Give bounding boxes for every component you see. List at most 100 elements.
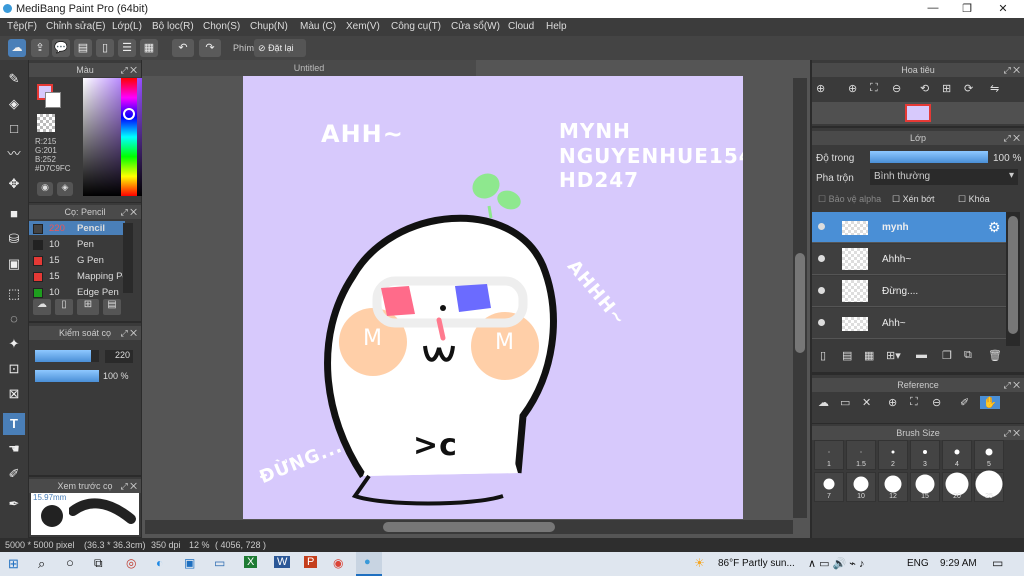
eyedropper-tool-icon[interactable]: ✐ (3, 463, 25, 485)
navigator-preview[interactable] (812, 102, 1024, 124)
windows-start-icon[interactable]: ⊞ (8, 556, 19, 572)
zoom-in-icon[interactable]: ⊕ (888, 396, 897, 409)
select-pen-icon[interactable]: ⊡ (3, 358, 25, 380)
panel-close-icon[interactable]: ⤢ ✕ (1003, 131, 1020, 145)
brush-size-preset[interactable]: 2 (878, 440, 908, 470)
flip-icon[interactable]: ⇋ (990, 82, 999, 95)
brush-tool-icon[interactable]: ✎ (3, 68, 25, 90)
gear-icon[interactable]: ⚙ (988, 219, 1001, 236)
menu-edit[interactable]: Chỉnh sửa(E) (46, 21, 106, 32)
cloud-brush-icon[interactable]: ☁ (33, 299, 51, 315)
eyedropper-icon[interactable]: ✐ (960, 396, 969, 409)
navigator-viewport[interactable] (905, 104, 931, 122)
brush-size-preset[interactable]: 20 (942, 472, 972, 502)
transparent-swatch[interactable] (37, 114, 55, 132)
word-icon[interactable]: W (274, 556, 291, 568)
brush-size-preset[interactable]: 1 (814, 440, 844, 470)
new-layer-icon[interactable]: ▯ (820, 349, 826, 362)
visibility-icon[interactable] (818, 319, 825, 326)
edge-icon[interactable]: ◐ (156, 556, 163, 570)
hue-handle[interactable] (123, 108, 135, 120)
brush-settings-icon[interactable]: ▤ (103, 299, 121, 315)
weather-text[interactable]: 86°F Partly sun... (718, 558, 795, 569)
menu-filter[interactable]: Bộ lọc(R) (152, 21, 194, 32)
panel-close-icon[interactable]: ⤢ ✕ (120, 479, 137, 493)
store-icon[interactable]: ▣ (184, 556, 195, 570)
close-icon[interactable]: ✕ (862, 396, 871, 409)
menu-window[interactable]: Cửa sổ(W) (451, 21, 500, 32)
pen-tool-icon[interactable]: ✒ (3, 493, 25, 515)
cortana-icon[interactable]: ○ (66, 555, 74, 570)
search-icon[interactable]: ⌕ (38, 556, 45, 572)
horizontal-scrollbar[interactable] (145, 520, 793, 534)
document-icon[interactable]: ▯ (96, 39, 114, 57)
select-eraser-icon[interactable]: ⊠ (3, 383, 25, 405)
zoom-out-icon[interactable]: ⊖ (892, 82, 901, 95)
brush-size-preset[interactable]: 5 (974, 440, 1004, 470)
app-icon-1[interactable]: ◎ (126, 556, 136, 570)
menu-file[interactable]: Tệp(F) (7, 21, 37, 32)
brush-size-slider[interactable] (35, 350, 99, 362)
select-tool-icon[interactable]: ⬚ (3, 283, 25, 305)
visibility-icon[interactable] (818, 255, 825, 262)
brush-size-preset[interactable]: 7 (814, 472, 844, 502)
gradient-tool-icon[interactable]: ▣ (3, 253, 25, 275)
excel-icon[interactable]: X (244, 556, 258, 568)
delete-layer-icon[interactable]: 🗑 (988, 349, 1002, 362)
grid-icon[interactable]: ▦ (140, 39, 158, 57)
menu-capture[interactable]: Chụp(N) (250, 21, 288, 32)
hand-icon[interactable]: ✋ (980, 396, 1000, 409)
layer-row[interactable]: Ahh~ (812, 308, 1006, 339)
menu-tools[interactable]: Công cụ(T) (391, 21, 441, 32)
horizontal-scroll-thumb[interactable] (383, 522, 555, 532)
list-icon[interactable]: ☰ (118, 39, 136, 57)
visibility-icon[interactable] (818, 223, 825, 230)
text-tool-icon[interactable]: T (3, 413, 25, 435)
merge-layer-icon[interactable]: ⧉ (964, 349, 972, 362)
palette-icon[interactable]: ◉ (37, 182, 53, 196)
duplicate-layer-icon[interactable]: ❐ (942, 349, 952, 362)
monitor-icon[interactable]: ▭ (214, 556, 225, 570)
zoom-in-icon[interactable]: ⊕ (848, 82, 857, 95)
clock[interactable]: 9:29 AM (940, 558, 977, 569)
panel-close-icon[interactable]: ⤢ ✕ (120, 205, 137, 219)
zoom-fit-icon[interactable]: ⊕ (816, 82, 825, 95)
powerpoint-icon[interactable]: P (304, 556, 318, 568)
menu-cloud[interactable]: Cloud (508, 21, 534, 32)
fill-rect-tool-icon[interactable]: ■ (3, 203, 25, 225)
new-layer-1bit-icon[interactable]: ▦ (864, 349, 874, 362)
actual-size-icon[interactable]: ⊞ (942, 82, 951, 95)
comment-icon[interactable]: 💬 (52, 39, 70, 57)
brush-size-preset[interactable]: 15 (910, 472, 940, 502)
add-brush-icon[interactable]: ⊞ (77, 299, 99, 315)
layer-row[interactable]: Đừng.... (812, 276, 1006, 307)
hue-slider[interactable] (121, 78, 137, 196)
add-layer-icon[interactable]: ⊞▾ (886, 349, 901, 362)
brush-size-preset[interactable]: 1.5 (846, 440, 876, 470)
cloud-icon[interactable]: ☁ (818, 396, 829, 409)
layer-opacity-slider[interactable] (870, 151, 988, 163)
brush-size-preset[interactable]: 12 (878, 472, 908, 502)
sub-color-swatch[interactable] (45, 92, 61, 108)
move-tool-icon[interactable]: ✥ (3, 173, 25, 195)
undo-icon[interactable]: ↶ (172, 39, 194, 57)
brush-size-preset[interactable]: 25 (974, 470, 1004, 502)
bucket-tool-icon[interactable]: ⛁ (3, 228, 25, 250)
brush-opacity-slider[interactable] (35, 370, 99, 382)
rectangle-tool-icon[interactable]: □ (3, 118, 25, 140)
eraser-tool-icon[interactable]: ◈ (3, 93, 25, 115)
line-tool-icon[interactable]: 〰 (3, 143, 25, 165)
blend-select[interactable]: Bình thường ▾ (870, 169, 1018, 185)
task-view-icon[interactable]: ⧉ (94, 556, 103, 571)
minimize-button[interactable]: — (918, 2, 948, 14)
document-tab[interactable]: Untitled (142, 60, 476, 76)
protect-alpha-checkbox[interactable]: ☐ Bảo vệ alpha (818, 194, 881, 205)
reset-button[interactable]: ⊘ Đặt lại (254, 39, 306, 57)
hand-tool-icon[interactable]: ☚ (3, 438, 25, 460)
maximize-button[interactable]: ❐ (952, 2, 982, 15)
fit-icon[interactable]: ⛶ (870, 82, 878, 95)
zoom-out-icon[interactable]: ⊖ (932, 396, 941, 409)
swatch-icon[interactable]: ◈ (57, 182, 73, 196)
language-indicator[interactable]: ENG (907, 558, 929, 569)
brush-size-value[interactable]: 220 (105, 350, 133, 363)
